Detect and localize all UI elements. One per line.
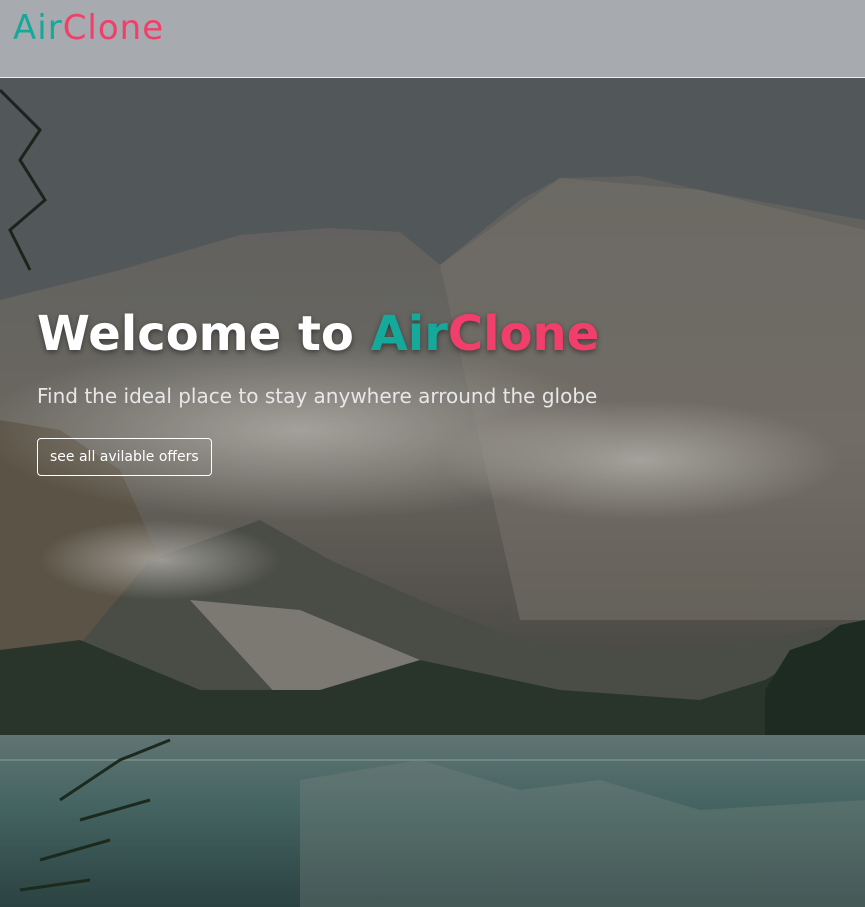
see-offers-button[interactable]: see all avilable offers: [37, 438, 212, 476]
hero-headline: Welcome to AirClone: [37, 306, 599, 362]
brand-logo-part-air: Air: [13, 8, 63, 48]
navbar: AirClone: [0, 0, 865, 78]
hero-headline-brand-air: Air: [370, 306, 448, 362]
brand-logo[interactable]: AirClone: [13, 8, 164, 48]
hero-headline-brand-clone: Clone: [447, 306, 600, 362]
brand-logo-part-clone: Clone: [62, 8, 165, 48]
hero-subtitle: Find the ideal place to stay anywhere ar…: [37, 384, 598, 408]
hero-headline-prefix: Welcome to: [37, 306, 371, 362]
